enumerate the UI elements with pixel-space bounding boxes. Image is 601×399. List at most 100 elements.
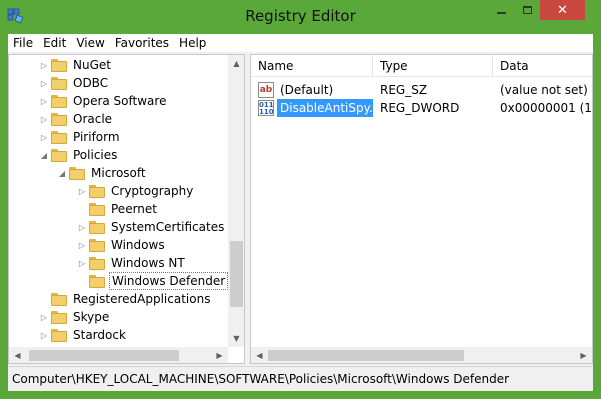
expand-arrow-icon[interactable]: ▷ <box>75 218 89 236</box>
scroll-left-icon[interactable]: ◀ <box>9 347 26 363</box>
tree-item-label: Windows NT <box>111 256 185 270</box>
folder-icon <box>51 148 67 162</box>
tree-item-label: Stardock <box>73 328 126 342</box>
folder-icon <box>51 112 67 126</box>
tree-item-label: SystemCertificates <box>111 220 225 234</box>
tree-item[interactable]: ▷ ODBC <box>37 74 110 92</box>
tree-item-label: Microsoft <box>91 166 146 180</box>
tree-item[interactable]: ▷ Windows <box>75 236 167 254</box>
expand-arrow-icon[interactable]: ▷ <box>37 128 51 146</box>
tree-item-label: Policies <box>73 148 118 162</box>
close-icon: ✕ <box>557 2 568 18</box>
tree-horizontal-scrollbar[interactable]: ◀ ▶ <box>9 347 228 363</box>
registry-key-tree[interactable]: ▷ NuGet ▷ ODBC ▷ Opera Software ▷ Oracle ▷ Pirifo… <box>8 54 245 364</box>
tree-item[interactable]: Windows Defender <box>75 272 229 290</box>
scroll-left-icon[interactable]: ◀ <box>251 347 268 363</box>
tree-item[interactable]: RegisteredApplications <box>37 290 212 308</box>
scroll-right-icon[interactable]: ▶ <box>575 347 592 363</box>
rename-value-input[interactable]: DisableAntiSpy... <box>277 99 373 117</box>
tree-item[interactable]: ▷ SystemCertificates <box>75 218 226 236</box>
expand-arrow-icon[interactable]: ▷ <box>37 326 51 344</box>
tree-item-label: Cryptography <box>111 184 194 198</box>
folder-icon <box>89 256 105 270</box>
expand-arrow-icon[interactable]: ▷ <box>37 74 51 92</box>
tree-item[interactable]: ▷ NuGet <box>37 56 113 74</box>
string-value-icon: ab <box>258 82 274 98</box>
folder-icon <box>89 220 105 234</box>
folder-icon <box>51 292 67 306</box>
column-header-type[interactable]: Type <box>373 55 493 77</box>
value-type: REG_DWORD <box>380 101 460 115</box>
menu-file[interactable]: File <box>8 34 38 52</box>
tree-item-label: Oracle <box>73 112 113 126</box>
expand-arrow-icon[interactable]: ▷ <box>75 254 89 272</box>
list-row[interactable]: ab (Default) REG_SZ (value not set) <box>251 81 592 99</box>
tree-item[interactable]: ▷ Skype <box>37 308 111 326</box>
tree-item[interactable]: Peernet <box>75 200 159 218</box>
menu-view[interactable]: View <box>71 34 109 52</box>
folder-icon <box>89 274 105 288</box>
collapse-arrow-icon[interactable]: ◢ <box>37 146 51 164</box>
tree-item[interactable]: ▷ Cryptography <box>75 182 195 200</box>
folder-icon <box>51 310 67 324</box>
tree-horizontal-scroll-thumb[interactable] <box>29 350 179 361</box>
value-data: (value not set) <box>500 83 588 97</box>
tree-item[interactable]: ◢ Policies <box>37 146 119 164</box>
column-header-name[interactable]: Name <box>251 55 373 77</box>
column-header-data[interactable]: Data <box>493 55 592 77</box>
tree-item-label: Skype <box>73 310 110 324</box>
tree-item[interactable]: ▷ Stardock <box>37 326 128 344</box>
maximize-button[interactable] <box>514 0 540 20</box>
tree-item-label: RegisteredApplications <box>73 292 211 306</box>
folder-icon <box>69 166 85 180</box>
value-data: 0x00000001 (1) <box>500 101 593 115</box>
scroll-down-icon[interactable]: ▼ <box>228 330 244 347</box>
minimize-icon <box>496 12 506 14</box>
scroll-up-icon[interactable]: ▲ <box>228 55 244 72</box>
minimize-button[interactable] <box>488 0 514 20</box>
folder-icon <box>51 328 67 342</box>
expand-arrow-icon[interactable]: ▷ <box>37 110 51 128</box>
tree-item[interactable]: ▷ Opera Software <box>37 92 168 110</box>
title-bar[interactable]: Registry Editor ✕ <box>0 0 601 34</box>
tree-item[interactable]: ▷ Piriform <box>37 128 122 146</box>
tree-vertical-scroll-thumb[interactable] <box>230 241 243 307</box>
expand-arrow-icon[interactable]: ▷ <box>37 56 51 74</box>
scroll-right-icon[interactable]: ▶ <box>211 347 228 363</box>
value-list[interactable]: Name Type Data ab (Default) REG_SZ (valu… <box>250 54 593 364</box>
folder-icon <box>51 58 67 72</box>
status-bar: Computer\HKEY_LOCAL_MACHINE\SOFTWARE\Pol… <box>8 366 593 391</box>
tree-item-label: ODBC <box>73 76 109 90</box>
tree-vertical-scrollbar[interactable]: ▲ ▼ <box>228 55 244 347</box>
list-horizontal-scrollbar[interactable]: ◀ ▶ <box>251 347 592 363</box>
menu-favorites[interactable]: Favorites <box>110 34 174 52</box>
list-header: Name Type Data <box>251 55 592 77</box>
menu-bar: File Edit View Favorites Help <box>8 34 593 52</box>
tree-item[interactable]: ▷ Windows NT <box>75 254 187 272</box>
tree-item-label: Windows Defender <box>109 272 229 290</box>
folder-icon <box>89 184 105 198</box>
tree-item[interactable]: ▷ Oracle <box>37 110 114 128</box>
expand-arrow-icon[interactable]: ▷ <box>75 182 89 200</box>
menu-edit[interactable]: Edit <box>38 34 71 52</box>
tree-item-label: Windows <box>111 238 165 252</box>
dword-value-icon: 011 110 <box>258 100 274 116</box>
registry-editor-window: Registry Editor ✕ File Edit View Favorit… <box>0 0 601 399</box>
expand-arrow-icon[interactable]: ▷ <box>37 92 51 110</box>
expand-arrow-icon[interactable]: ▷ <box>75 236 89 254</box>
list-horizontal-scroll-thumb[interactable] <box>268 350 464 361</box>
client-area: ▷ NuGet ▷ ODBC ▷ Opera Software ▷ Oracle ▷ Pirifo… <box>8 52 593 391</box>
maximize-icon <box>522 6 532 14</box>
folder-icon <box>51 130 67 144</box>
expand-arrow-icon[interactable]: ▷ <box>37 308 51 326</box>
key-path: Computer\HKEY_LOCAL_MACHINE\SOFTWARE\Pol… <box>12 372 510 386</box>
close-button[interactable]: ✕ <box>540 0 585 20</box>
tree-item-label: Opera Software <box>73 94 167 108</box>
menu-help[interactable]: Help <box>174 34 211 52</box>
tree-item[interactable]: ◢ Microsoft <box>55 164 148 182</box>
folder-icon <box>89 202 105 216</box>
collapse-arrow-icon[interactable]: ◢ <box>55 164 69 182</box>
tree-item-label: Peernet <box>111 202 157 216</box>
list-row[interactable]: 011 110 DisableAntiSpy... REG_DWORD 0x000… <box>251 99 593 117</box>
